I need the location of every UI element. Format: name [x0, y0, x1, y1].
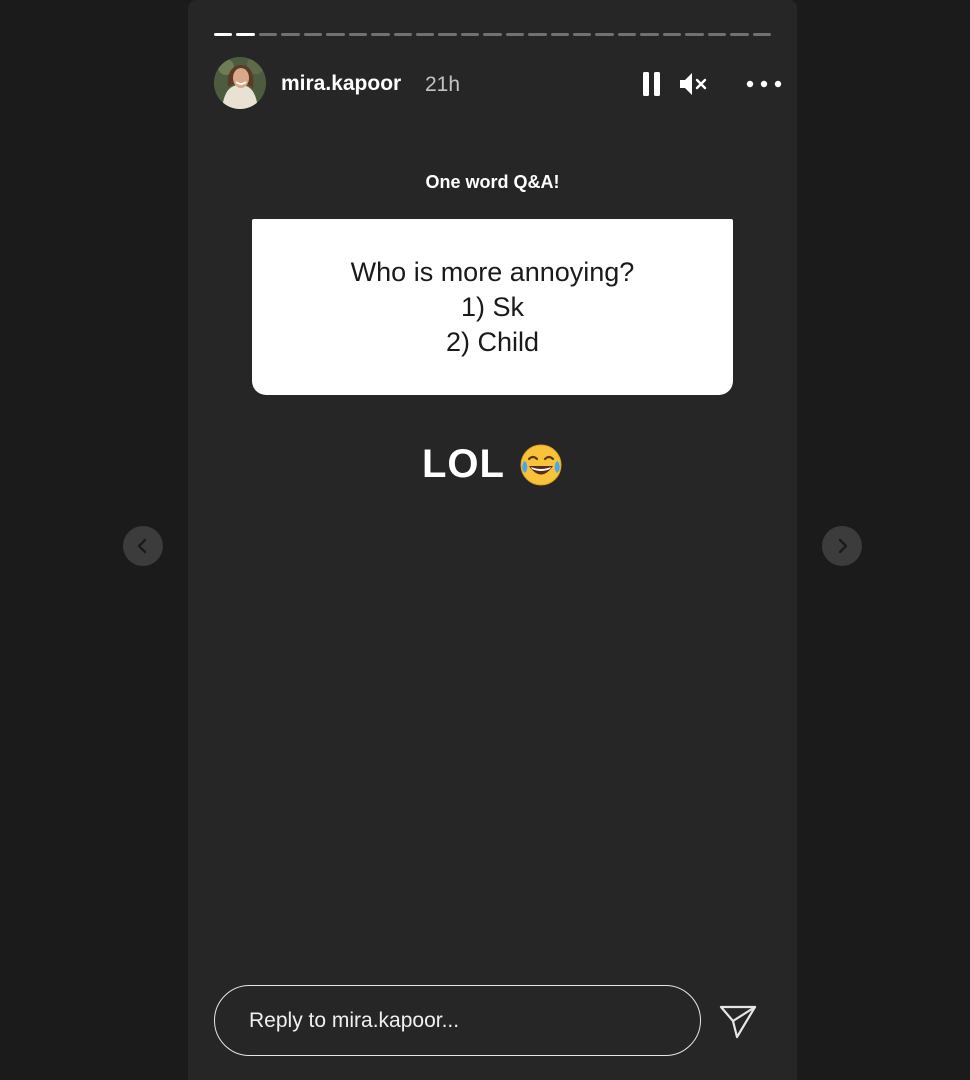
progress-segment [505, 33, 525, 36]
progress-segment [573, 33, 592, 36]
progress-segment [371, 33, 390, 36]
speaker-muted-icon [680, 73, 707, 95]
progress-segment [415, 33, 435, 36]
progress-segment [438, 33, 457, 36]
pause-icon [643, 72, 660, 96]
story-progress-bar [214, 33, 771, 36]
send-icon [719, 1005, 757, 1039]
progress-segment [640, 33, 659, 36]
previous-story-button[interactable] [123, 526, 163, 566]
progress-segment [550, 33, 569, 36]
progress-segment [303, 33, 323, 36]
progress-segment [393, 33, 412, 36]
progress-segment [214, 33, 233, 36]
answer-text: LOL 😂 [188, 442, 797, 487]
progress-segment [685, 33, 704, 36]
progress-segment [662, 33, 682, 36]
chevron-right-icon [838, 538, 848, 554]
progress-segment [483, 33, 502, 36]
page: mira.kapoor 21h One word Q&A! Who is mor… [0, 0, 970, 1080]
story-header: mira.kapoor 21h [214, 57, 782, 111]
more-options-button[interactable] [744, 70, 784, 98]
username[interactable]: mira.kapoor [281, 72, 401, 96]
progress-segment [281, 33, 300, 36]
progress-segment [236, 33, 255, 36]
progress-segment [752, 33, 771, 36]
progress-segment [326, 33, 345, 36]
progress-segment [348, 33, 368, 36]
reply-input[interactable] [214, 985, 701, 1056]
progress-segment [730, 33, 749, 36]
progress-segment [617, 33, 637, 36]
question-line: Who is more annoying? [350, 256, 635, 287]
chevron-left-icon [137, 538, 147, 554]
progress-segment [707, 33, 727, 36]
laughing-emoji [520, 444, 562, 485]
answer-label: LOL [422, 442, 505, 486]
progress-segment [528, 33, 547, 36]
story-caption: One word Q&A! [425, 172, 560, 192]
question-sticker: Who is more annoying? 1) Sk 2) Child [252, 219, 733, 395]
question-line: 2) Child [445, 326, 540, 357]
avatar[interactable] [214, 57, 266, 109]
progress-segment [595, 33, 614, 36]
more-horizontal-icon [746, 80, 782, 88]
send-button[interactable] [716, 999, 760, 1043]
story-timestamp: 21h [425, 73, 461, 96]
pause-button[interactable] [638, 70, 666, 98]
story-viewer[interactable]: mira.kapoor 21h One word Q&A! Who is mor… [188, 0, 797, 1080]
mute-button[interactable] [676, 70, 710, 98]
question-line: 1) Sk [460, 291, 525, 322]
profile-photo [214, 57, 266, 109]
next-story-button[interactable] [822, 526, 862, 566]
progress-segment [258, 33, 278, 36]
progress-segment [460, 33, 480, 36]
